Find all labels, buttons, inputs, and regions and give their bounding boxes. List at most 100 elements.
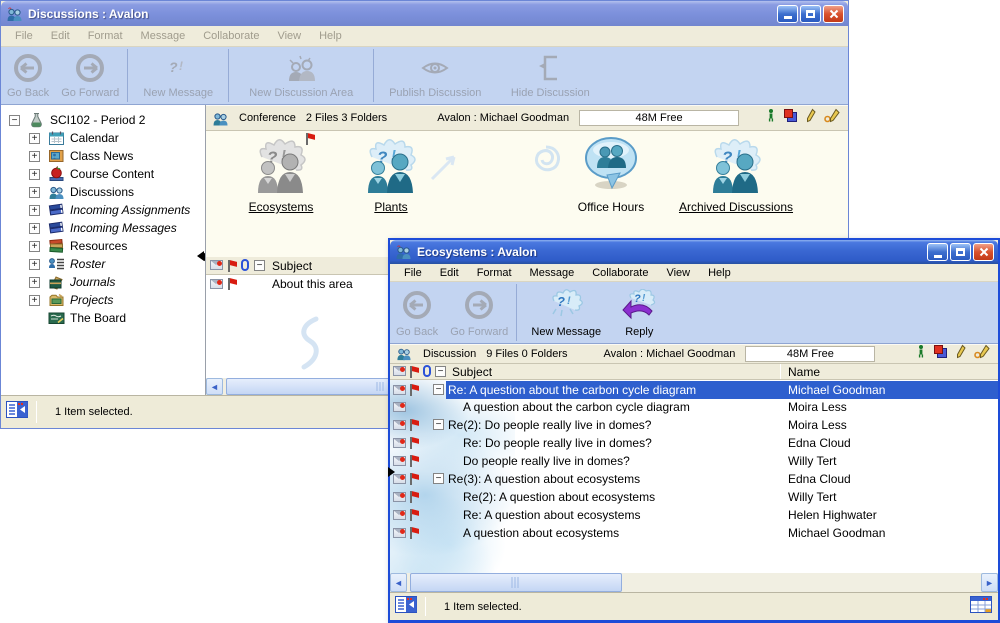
menu-file[interactable]: File (396, 265, 430, 281)
maximize-button[interactable] (950, 243, 971, 261)
titlebar-discussions[interactable]: ? Discussions : Avalon (1, 1, 848, 26)
thread-collapse-box[interactable]: − (433, 419, 444, 430)
new-message-button[interactable]: ?! New Message (130, 47, 226, 104)
conference-info-bar: Conference 2 Files 3 Folders Avalon : Mi… (206, 105, 848, 131)
thread-collapse-box[interactable]: − (433, 473, 444, 484)
message-row[interactable]: Re(2): A question about ecosystems Willy… (390, 488, 998, 506)
grid-view-icon[interactable] (970, 596, 992, 618)
message-row[interactable]: − Re: A question about the carbon cycle … (390, 381, 998, 399)
menu-edit[interactable]: Edit (432, 265, 467, 281)
close-button[interactable] (973, 243, 994, 261)
red-flag-icon (408, 455, 420, 467)
conference-icon (212, 110, 229, 126)
expand-box[interactable]: + (29, 205, 40, 216)
tree-item-projects[interactable]: + Projects (1, 291, 205, 309)
panel-toggle-icon[interactable] (395, 596, 417, 618)
go-back-button[interactable]: Go Back (390, 282, 444, 343)
tree-item-discussions[interactable]: + Discussions (1, 183, 205, 201)
collapse-all-box[interactable]: − (254, 260, 265, 271)
thread-collapse-box[interactable]: − (433, 384, 444, 395)
expand-box[interactable]: + (29, 223, 40, 234)
menu-format[interactable]: Format (469, 265, 520, 281)
menu-view[interactable]: View (658, 265, 698, 281)
message-row[interactable]: Do people really live in domes? Willy Te… (390, 452, 998, 470)
tree-item-course-content[interactable]: + Course Content (1, 165, 205, 183)
pane-splitter-arrow[interactable] (388, 467, 395, 477)
tree-item-resources[interactable]: + Resources (1, 237, 205, 255)
minimize-button[interactable] (927, 243, 948, 261)
tree-item-sci102[interactable]: − SCI102 - Period 2 (1, 111, 205, 129)
collapse-box[interactable]: − (9, 115, 20, 126)
free-space-indicator: 48M Free (745, 346, 875, 362)
go-forward-button[interactable]: Go Forward (55, 47, 125, 104)
list-column-header[interactable]: − Subject Name (390, 364, 998, 380)
maximize-button[interactable] (800, 5, 821, 23)
menu-help[interactable]: Help (311, 28, 350, 44)
panel-toggle-icon[interactable] (6, 401, 28, 423)
news-monitor-icon (48, 148, 65, 164)
collapse-all-box[interactable]: − (435, 366, 446, 377)
menu-edit[interactable]: Edit (43, 28, 78, 44)
close-button[interactable] (823, 5, 844, 23)
reply-button[interactable]: ? ! Reply (613, 282, 665, 343)
pane-splitter-arrow[interactable] (197, 251, 204, 261)
journal-book-icon (48, 274, 65, 290)
forward-arrow-icon (463, 286, 495, 323)
expand-box[interactable]: + (29, 133, 40, 144)
tree-item-incoming-assignments[interactable]: + Incoming Assignments (1, 201, 205, 219)
menu-collaborate[interactable]: Collaborate (584, 265, 656, 281)
menu-help[interactable]: Help (700, 265, 739, 281)
message-row[interactable]: Re: A question about ecosystems Helen Hi… (390, 506, 998, 524)
tree-item-journals[interactable]: + Journals (1, 273, 205, 291)
menu-format[interactable]: Format (80, 28, 131, 44)
horizontal-scrollbar[interactable]: ◄ ► (390, 573, 998, 592)
tree-item-incoming-messages[interactable]: + Incoming Messages (1, 219, 205, 237)
scroll-left-arrow[interactable]: ◄ (390, 573, 407, 592)
expand-box[interactable]: + (29, 259, 40, 270)
pencil-icon (806, 109, 816, 128)
expand-box[interactable]: + (29, 169, 40, 180)
free-space-indicator: 48M Free (579, 110, 739, 126)
menu-file[interactable]: File (7, 28, 41, 44)
menu-message[interactable]: Message (133, 28, 194, 44)
expand-box[interactable]: + (29, 277, 40, 288)
tree-item-roster[interactable]: + Roster (1, 255, 205, 273)
scroll-right-arrow[interactable]: ► (981, 573, 998, 592)
expand-box[interactable]: + (29, 241, 40, 252)
name-column-label: Name (788, 365, 820, 379)
conference-archived-discussions[interactable]: ? ! Archived Discussions (661, 137, 811, 214)
expand-box[interactable]: + (29, 295, 40, 306)
message-row[interactable]: A question about ecosystems Michael Good… (390, 524, 998, 542)
menu-view[interactable]: View (269, 28, 309, 44)
hide-discussion-button[interactable]: Hide Discussion (494, 47, 606, 104)
new-discussion-area-button[interactable]: New Discussion Area (231, 47, 371, 104)
menu-message[interactable]: Message (522, 265, 583, 281)
message-row[interactable]: − Re(2): Do people really live in domes?… (390, 416, 998, 434)
message-row[interactable]: Re: Do people really live in domes? Edna… (390, 434, 998, 452)
red-flag-icon (408, 366, 420, 378)
container-kind-label: Discussion (423, 348, 476, 360)
go-forward-button[interactable]: Go Forward (444, 282, 514, 343)
menu-collaborate[interactable]: Collaborate (195, 28, 267, 44)
envelope-icon (393, 510, 406, 520)
tree-item-calendar[interactable]: + Calendar (1, 129, 205, 147)
go-back-button[interactable]: Go Back (1, 47, 55, 104)
envelope-icon (210, 260, 223, 270)
book-stack-icon (48, 238, 65, 254)
scrollbar-thumb[interactable] (410, 573, 622, 592)
expand-box[interactable]: + (29, 187, 40, 198)
red-flag-icon (226, 260, 238, 272)
account-label: Avalon : Michael Goodman (604, 348, 736, 360)
message-row[interactable]: A question about the carbon cycle diagra… (390, 398, 998, 416)
new-message-button[interactable]: ? ! New Message (519, 282, 613, 343)
conference-plants[interactable]: ? ! Plants (316, 137, 466, 214)
minimize-button[interactable] (777, 5, 798, 23)
tree-item-the-board[interactable]: The Board (1, 309, 205, 327)
titlebar-ecosystems[interactable]: ? Ecosystems : Avalon (390, 240, 998, 264)
publish-discussion-button[interactable]: Publish Discussion (376, 47, 494, 104)
scroll-left-arrow[interactable]: ◄ (206, 378, 223, 395)
expand-box[interactable]: + (29, 151, 40, 162)
ecosystems-people-icon: ? ! (252, 137, 310, 198)
message-row[interactable]: − Re(3): A question about ecosystems Edn… (390, 470, 998, 488)
tree-item-class-news[interactable]: + Class News (1, 147, 205, 165)
